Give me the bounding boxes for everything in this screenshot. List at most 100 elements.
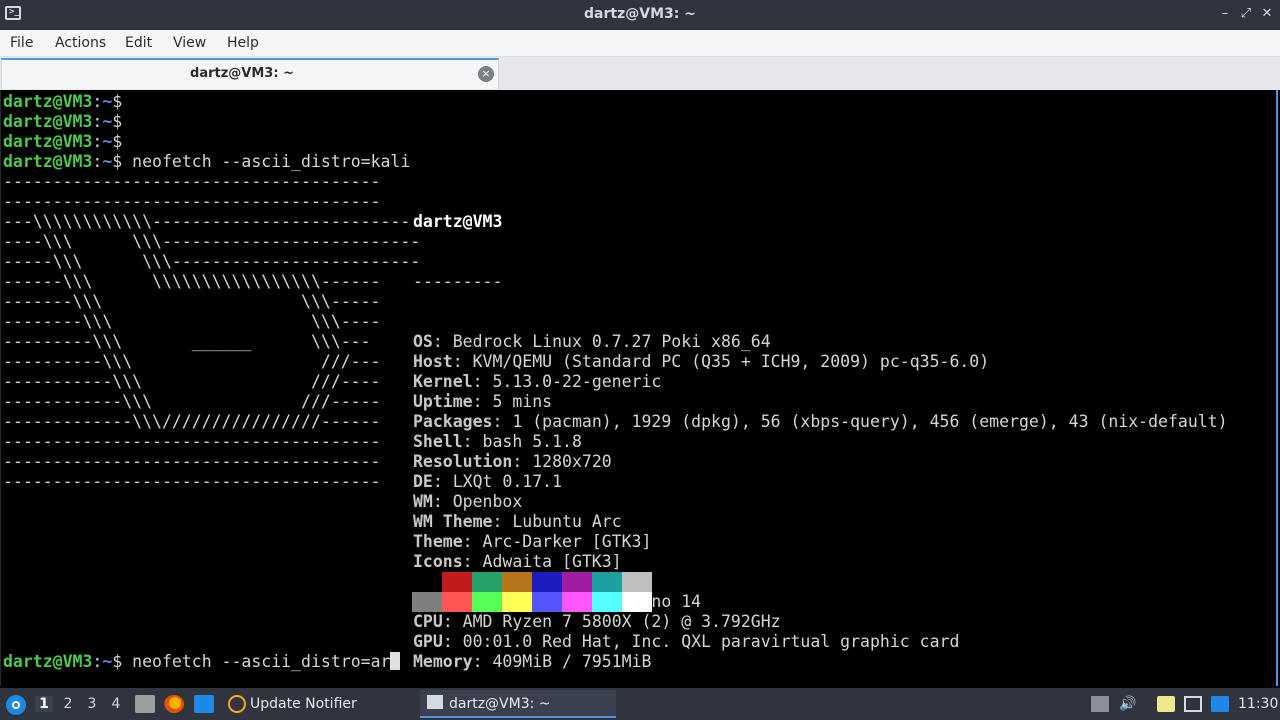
ascii-art-line: -------------------------------------- [3, 432, 381, 451]
clock: 11:30 [1238, 696, 1279, 712]
tab-label: dartz@VM3: ~ [190, 66, 294, 81]
prompt-line: dartz@VM3:~$ [3, 92, 123, 111]
ascii-art-line: ----------\\\ ///--- [3, 352, 381, 371]
command-text: neofetch --ascii_distro=kali [132, 152, 411, 171]
ascii-art-line: -------------\\\////////////////------ [3, 412, 381, 431]
info-row: OS: Bedrock Linux 0.7.27 Poki x86_64 [413, 332, 1228, 352]
info-value: : Arc-Darker [GTK3] [462, 532, 652, 551]
color-swatch [472, 592, 502, 612]
clipboard-icon[interactable] [1157, 696, 1175, 712]
file-manager-icon[interactable] [135, 695, 155, 713]
info-key: Shell [413, 432, 463, 451]
window-title: dartz@VM3: ~ [584, 6, 696, 22]
info-row: Kernel: 5.13.0-22-generic [413, 372, 1228, 392]
info-key: WM [413, 492, 433, 511]
firefox-icon[interactable] [164, 695, 184, 713]
tab-terminal[interactable]: dartz@VM3: ~ × [1, 58, 499, 89]
updates-tray-icon[interactable] [1211, 696, 1229, 712]
info-user: dartz@VM3 [413, 212, 503, 231]
info-value: : 5.13.0-22-generic [472, 372, 662, 391]
color-swatch [532, 572, 562, 592]
info-value: : LXQt 0.17.1 [432, 472, 563, 491]
info-row: CPU: AMD Ryzen 7 5800X (2) @ 3.792GHz [413, 612, 1228, 632]
info-value: : Bedrock Linux 0.7.27 Poki x86_64 [432, 332, 771, 351]
volume-icon[interactable]: 🔊 [1119, 696, 1137, 712]
info-value: : Openbox [432, 492, 523, 511]
info-key: Uptime [413, 392, 473, 411]
info-key: Theme [413, 532, 463, 551]
color-swatch [532, 592, 562, 612]
command-line: dartz@VM3:~$ neofetch --ascii_distro=kal… [3, 152, 411, 171]
info-value: : 409MiB / 7951MiB [472, 652, 652, 671]
ascii-art-line: -------------------------------------- [3, 172, 381, 191]
taskbar: 1 2 3 4 Update Notifier dartz@VM3: ~ 🔊 1… [0, 688, 1280, 720]
ascii-art-line: ------------\\\ ///----- [3, 392, 381, 411]
info-key: Packages [413, 412, 493, 431]
ascii-art-line: ---------\\\ ______ \\\--- [3, 332, 371, 351]
color-palette [412, 572, 652, 612]
color-swatch [562, 592, 592, 612]
ascii-art-line: -------------------------------------- [3, 452, 381, 471]
color-swatch [442, 572, 472, 592]
window-titlebar[interactable]: >_ dartz@VM3: ~ – ⤢ ✕ [0, 0, 1280, 30]
update-notifier-icon [228, 695, 246, 713]
desktop-1[interactable]: 1 [35, 696, 53, 712]
ascii-art-line: -------------------------------------- [3, 192, 381, 211]
close-icon[interactable]: ✕ [1259, 6, 1275, 22]
network-icon[interactable] [1184, 696, 1202, 712]
info-row: Theme: Arc-Darker [GTK3] [413, 532, 1228, 552]
menu-edit[interactable]: Edit [125, 35, 152, 51]
info-value: : bash 5.1.8 [462, 432, 582, 451]
info-row: WM Theme: Lubuntu Arc [413, 512, 1228, 532]
color-swatch [412, 592, 442, 612]
info-value: : Adwaita [GTK3] [462, 552, 622, 571]
start-menu-icon[interactable] [6, 695, 26, 715]
terminal-icon [427, 695, 443, 709]
minimize-icon[interactable]: – [1217, 6, 1233, 22]
info-value: : Lubuntu Arc [492, 512, 622, 531]
ascii-art-line: --------\\\ \\\---- [3, 312, 381, 331]
info-row: GPU: 00:01.0 Red Hat, Inc. QXL paravirtu… [413, 632, 1228, 652]
desktop-4[interactable]: 4 [107, 696, 125, 712]
info-row: DE: LXQt 0.17.1 [413, 472, 1228, 492]
maximize-icon[interactable]: ⤢ [1238, 6, 1254, 22]
menubar: File Actions Edit View Help [0, 30, 1280, 57]
info-key: Resolution [413, 452, 513, 471]
tab-bar: dartz@VM3: ~ × [0, 57, 1280, 90]
task-update-notifier[interactable]: Update Notifier [222, 690, 412, 718]
show-desktop-icon[interactable] [194, 695, 214, 713]
current-input-line[interactable]: dartz@VM3:~$ neofetch --ascii_distro=ar [3, 652, 401, 672]
info-key: CPU [413, 612, 443, 631]
ascii-art-line: -----------\\\ ///---- [3, 372, 381, 391]
task-terminal[interactable]: dartz@VM3: ~ [420, 690, 616, 718]
info-key: WM Theme [413, 512, 493, 531]
info-separator: --------- [413, 272, 503, 291]
info-row: WM: Openbox [413, 492, 1228, 512]
tab-close-icon[interactable]: × [478, 66, 494, 82]
info-value: : 00:01.0 Red Hat, Inc. QXL paravirtual … [442, 632, 960, 651]
info-key: Memory [413, 652, 473, 671]
color-swatch [622, 572, 652, 592]
tray-arrow-icon[interactable] [1091, 696, 1109, 712]
menu-actions[interactable]: Actions [55, 35, 106, 51]
info-key: Icons [413, 552, 463, 571]
info-row: Shell: bash 5.1.8 [413, 432, 1228, 452]
info-row: Packages: 1 (pacman), 1929 (dpkg), 56 (x… [413, 412, 1228, 432]
color-swatch [412, 572, 442, 592]
ascii-art-line: ----\\\ \\\-------------------------- [3, 232, 421, 251]
ascii-art-line: ---\\\\\\\\\\\\-------------------------… [3, 212, 411, 231]
info-key: Kernel [413, 372, 473, 391]
color-swatch [502, 572, 532, 592]
info-row: Host: KVM/QEMU (Standard PC (Q35 + ICH9,… [413, 352, 1228, 372]
desktop-3[interactable]: 3 [83, 696, 101, 712]
color-swatch [472, 572, 502, 592]
info-key: OS [413, 332, 433, 351]
info-key: GPU [413, 632, 443, 651]
menu-file[interactable]: File [10, 35, 33, 51]
menu-view[interactable]: View [173, 35, 206, 51]
ascii-art-line: -------\\\ \\\----- [3, 292, 381, 311]
prompt-line: dartz@VM3:~$ [3, 132, 123, 151]
color-swatch [502, 592, 532, 612]
menu-help[interactable]: Help [227, 35, 259, 51]
desktop-2[interactable]: 2 [59, 696, 77, 712]
